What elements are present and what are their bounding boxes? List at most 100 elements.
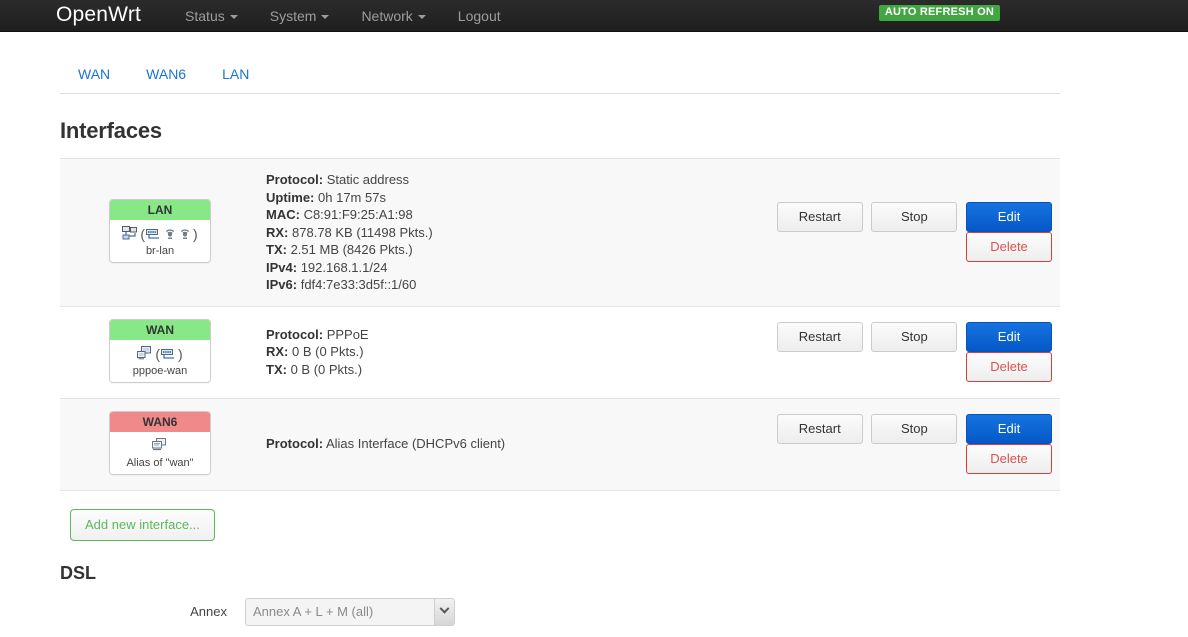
detail-value: 0 B (0 Pkts.)	[290, 361, 363, 377]
add-new-interface-button[interactable]: Add new interface...	[70, 508, 215, 541]
annex-select[interactable]: Annex A + L + M (all)	[245, 597, 455, 626]
detail-value: Alias Interface (DHCPv6 client)	[325, 436, 506, 452]
dsl-section-title: DSL	[60, 562, 96, 583]
tab-wan[interactable]: WAN	[60, 56, 128, 92]
detail-value: fdf4:7e33:3d5f::1/60	[300, 277, 417, 292]
auto-refresh-badge[interactable]: AUTO REFRESH ON	[878, 5, 1000, 21]
detail-rx: RX: 0 B (0 Pkts.)	[266, 343, 680, 361]
ethernet-icon	[161, 347, 177, 361]
edit-button[interactable]: Edit	[966, 414, 1052, 444]
zone-badge-wan6[interactable]: WAN6 Alias of "wan"	[109, 410, 211, 475]
zone-badge-label: WAN6	[110, 411, 210, 432]
interface-info-cell: Protocol: Static address Uptime: 0h 17m …	[260, 159, 680, 307]
close-paren: )	[193, 225, 198, 242]
chevron-down-icon	[229, 14, 238, 19]
annex-label: Annex	[190, 604, 227, 619]
interface-info-cell: Protocol: Alias Interface (DHCPv6 client…	[260, 398, 680, 490]
detail-value: PPPoE	[326, 326, 369, 342]
detail-protocol: Protocol: PPPoE	[266, 326, 680, 344]
annex-select-value: Annex A + L + M (all)	[253, 604, 374, 619]
restart-button[interactable]: Restart	[776, 202, 863, 233]
delete-button[interactable]: Delete	[966, 352, 1052, 382]
close-paren: )	[178, 345, 183, 362]
interface-actions-cell: Restart Stop Edit Delete	[680, 398, 1060, 490]
dsl-annex-row: Annex Annex A + L + M (all)	[60, 597, 1060, 626]
bridge-icon	[122, 226, 139, 241]
add-interface-wrapper: Add new interface...	[70, 508, 1060, 541]
brand-logo[interactable]: OpenWrt	[56, 4, 141, 27]
detail-key: MAC:	[266, 207, 300, 222]
zone-badge-body: (	[110, 219, 210, 262]
nav-item-logout[interactable]: Logout	[442, 0, 517, 32]
nav-item-label: System	[269, 7, 317, 24]
pppoe-icon	[137, 346, 154, 361]
stop-button[interactable]: Stop	[871, 414, 958, 444]
interface-icons: ()	[112, 344, 208, 364]
interface-device-name: Alias of "wan"	[126, 456, 194, 469]
detail-key: TX:	[266, 361, 287, 377]
zone-badge-body: (	[110, 339, 210, 382]
interface-details: Protocol: Static address Uptime: 0h 17m …	[260, 171, 680, 294]
zone-badge-label: LAN	[110, 199, 210, 220]
tab-lan[interactable]: LAN	[204, 56, 267, 92]
detail-protocol: Protocol: Static address	[266, 171, 680, 189]
interface-details: Protocol: Alias Interface (DHCPv6 client…	[260, 435, 680, 453]
open-paren: (	[155, 345, 160, 362]
interface-zone-cell: WAN () pppoe-wan	[60, 306, 260, 398]
detail-ipv6: IPv6: fdf4:7e33:3d5f::1/60	[266, 276, 680, 294]
detail-key: IPv4:	[266, 259, 298, 275]
top-navbar: OpenWrt Status System Network Logout AUT…	[0, 0, 1188, 32]
detail-key: TX:	[266, 242, 287, 257]
interface-actions-cell: Restart Stop Edit Delete	[680, 306, 1060, 398]
detail-uptime: Uptime: 0h 17m 57s	[266, 189, 680, 207]
table-row: WAN () pppoe-wan Protocol: PPPoE RX: 0 …	[60, 306, 1060, 398]
chevron-down-icon	[417, 14, 426, 19]
detail-value: 2.51 MB (8426 Pkts.)	[290, 242, 413, 257]
interfaces-table: LAN () br-lan Protocol: Static address …	[60, 158, 1060, 491]
detail-tx: TX: 2.51 MB (8426 Pkts.)	[266, 241, 680, 259]
edit-button[interactable]: Edit	[966, 202, 1052, 233]
restart-button[interactable]: Restart	[776, 414, 863, 444]
interface-device-name: br-lan	[145, 244, 175, 257]
table-row: LAN () br-lan Protocol: Static address …	[60, 158, 1060, 307]
detail-protocol: Protocol: Alias Interface (DHCPv6 client…	[266, 435, 680, 453]
nav-item-system[interactable]: System	[254, 0, 346, 32]
nav-item-label: Logout	[457, 7, 501, 24]
page-container: WAN WAN6 LAN Interfaces LAN () br-lan P…	[60, 32, 1060, 637]
interface-zone-cell: WAN6 Alias of "wan"	[60, 398, 260, 490]
chevron-down-icon[interactable]	[434, 598, 454, 625]
zone-badge-lan[interactable]: LAN () br-lan	[109, 198, 211, 263]
detail-mac: MAC: C8:91:F9:25:A1:98	[266, 206, 680, 224]
stop-button[interactable]: Stop	[871, 202, 958, 233]
ethernet-icon	[146, 227, 162, 241]
detail-key: RX:	[266, 344, 289, 360]
detail-key: Protocol:	[266, 436, 324, 452]
edit-button[interactable]: Edit	[966, 322, 1052, 352]
interface-details: Protocol: PPPoE RX: 0 B (0 Pkts.) TX: 0 …	[260, 326, 680, 379]
detail-key: Protocol:	[266, 172, 324, 187]
zone-badge-wan[interactable]: WAN () pppoe-wan	[109, 318, 211, 383]
nav-item-status[interactable]: Status	[169, 0, 254, 32]
interface-icons	[112, 436, 208, 456]
stop-button[interactable]: Stop	[871, 322, 958, 352]
nav-item-label: Network	[361, 7, 413, 24]
restart-button[interactable]: Restart	[776, 322, 863, 352]
interface-zone-cell: LAN () br-lan	[60, 159, 260, 307]
chevron-down-icon	[321, 14, 330, 19]
interface-device-name: pppoe-wan	[132, 364, 188, 377]
detail-value: Static address	[326, 172, 410, 187]
zone-badge-label: WAN	[110, 319, 210, 340]
delete-button[interactable]: Delete	[966, 232, 1052, 263]
detail-ipv4: IPv4: 192.168.1.1/24	[266, 259, 680, 277]
detail-tx: TX: 0 B (0 Pkts.)	[266, 361, 680, 379]
detail-value: 0 B (0 Pkts.)	[292, 344, 364, 360]
detail-value: C8:91:F9:25:A1:98	[303, 207, 413, 222]
nav-item-network[interactable]: Network	[345, 0, 441, 32]
open-paren: (	[140, 225, 145, 242]
delete-button[interactable]: Delete	[966, 444, 1052, 474]
interface-actions-cell: Restart Stop Edit Delete	[680, 159, 1060, 307]
tab-wan6[interactable]: WAN6	[128, 56, 204, 92]
page-title: Interfaces	[60, 118, 162, 143]
detail-rx: RX: 878.78 KB (11498 Pkts.)	[266, 224, 680, 242]
table-row: WAN6 Alias of "wan" Protocol: Alias Inte…	[60, 398, 1060, 490]
